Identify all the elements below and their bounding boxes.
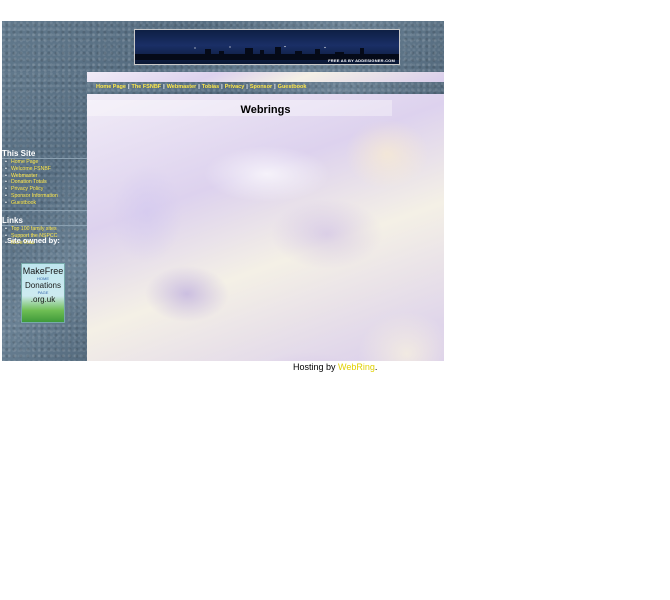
page-title: Webrings bbox=[240, 104, 291, 116]
nav-link-privacy[interactable]: Privacy bbox=[225, 84, 245, 90]
sidebar-heading-this-site: This Site bbox=[2, 149, 36, 158]
banner-image[interactable]: FREE AS BY ADDESIGNER.COM bbox=[134, 29, 400, 65]
nav-link-sponsor[interactable]: Sponsor bbox=[250, 84, 272, 90]
sidebar-item-sponsor-info[interactable]: Sponsor Information bbox=[5, 193, 58, 200]
nav-link-home[interactable]: Home Page bbox=[96, 84, 126, 90]
sidebar-item-top-100[interactable]: Top 100 family sites bbox=[5, 226, 57, 233]
sidebar-divider bbox=[2, 210, 87, 211]
header-band: FREE AS BY ADDESIGNER.COM bbox=[2, 21, 444, 72]
nav-separator: | bbox=[127, 84, 130, 90]
sidebar-item-welcome[interactable]: Welcome FSNBF bbox=[5, 166, 58, 173]
makefree-donations-logo[interactable]: MakeFree HOME Donations PAGE .org.uk bbox=[21, 263, 65, 323]
nav-separator: | bbox=[274, 84, 276, 90]
nav-separator: | bbox=[221, 84, 223, 90]
sidebar-item-webmaster[interactable]: Webmaster bbox=[5, 173, 58, 180]
sidebar-heading-links: Links bbox=[2, 216, 23, 225]
logo-text: MakeFree bbox=[22, 266, 64, 276]
footer-suffix: . bbox=[374, 362, 378, 372]
decorative-strip bbox=[87, 72, 444, 82]
sidebar-this-site-list: Home Page Welcome FSNBF Webmaster Donati… bbox=[5, 159, 58, 207]
nav-link-guestbook[interactable]: Guestbook bbox=[278, 84, 307, 90]
top-nav: Home Page | The FSNBF | Webmaster | Tobias | Pri… bbox=[96, 84, 306, 90]
webring-link[interactable]: WebRing bbox=[338, 362, 375, 372]
logo-text: .org.uk bbox=[30, 295, 56, 304]
sidebar-item-home-page[interactable]: Home Page bbox=[5, 159, 58, 166]
logo-text: Donations bbox=[24, 281, 62, 290]
hosting-footer: Hosting by WebRing. bbox=[293, 362, 377, 372]
nav-link-tobias[interactable]: Tobias bbox=[202, 84, 219, 90]
sidebar-item-donation-totals[interactable]: Donation Totals bbox=[5, 179, 58, 186]
owned-by-label: Site owned by: bbox=[7, 236, 60, 245]
footer-prefix: Hosting by bbox=[293, 362, 339, 372]
nav-separator: | bbox=[163, 84, 165, 90]
nav-separator: | bbox=[198, 84, 200, 90]
nav-link-webmaster[interactable]: Webmaster bbox=[167, 84, 197, 90]
main-content: Webrings bbox=[87, 94, 444, 361]
banner-credit: FREE AS BY ADDESIGNER.COM bbox=[328, 58, 395, 63]
nav-link-fsnbf[interactable]: The FSNBF bbox=[132, 84, 162, 90]
sidebar-item-guestbook[interactable]: Guestbook bbox=[5, 200, 58, 207]
sidebar-item-privacy-policy[interactable]: Privacy Policy bbox=[5, 186, 58, 193]
nav-separator: | bbox=[246, 84, 248, 90]
top-nav-bar: Home Page | The FSNBF | Webmaster | Tobias | Pri… bbox=[87, 82, 444, 94]
page-frame: FREE AS BY ADDESIGNER.COM This Site Home… bbox=[2, 21, 444, 361]
